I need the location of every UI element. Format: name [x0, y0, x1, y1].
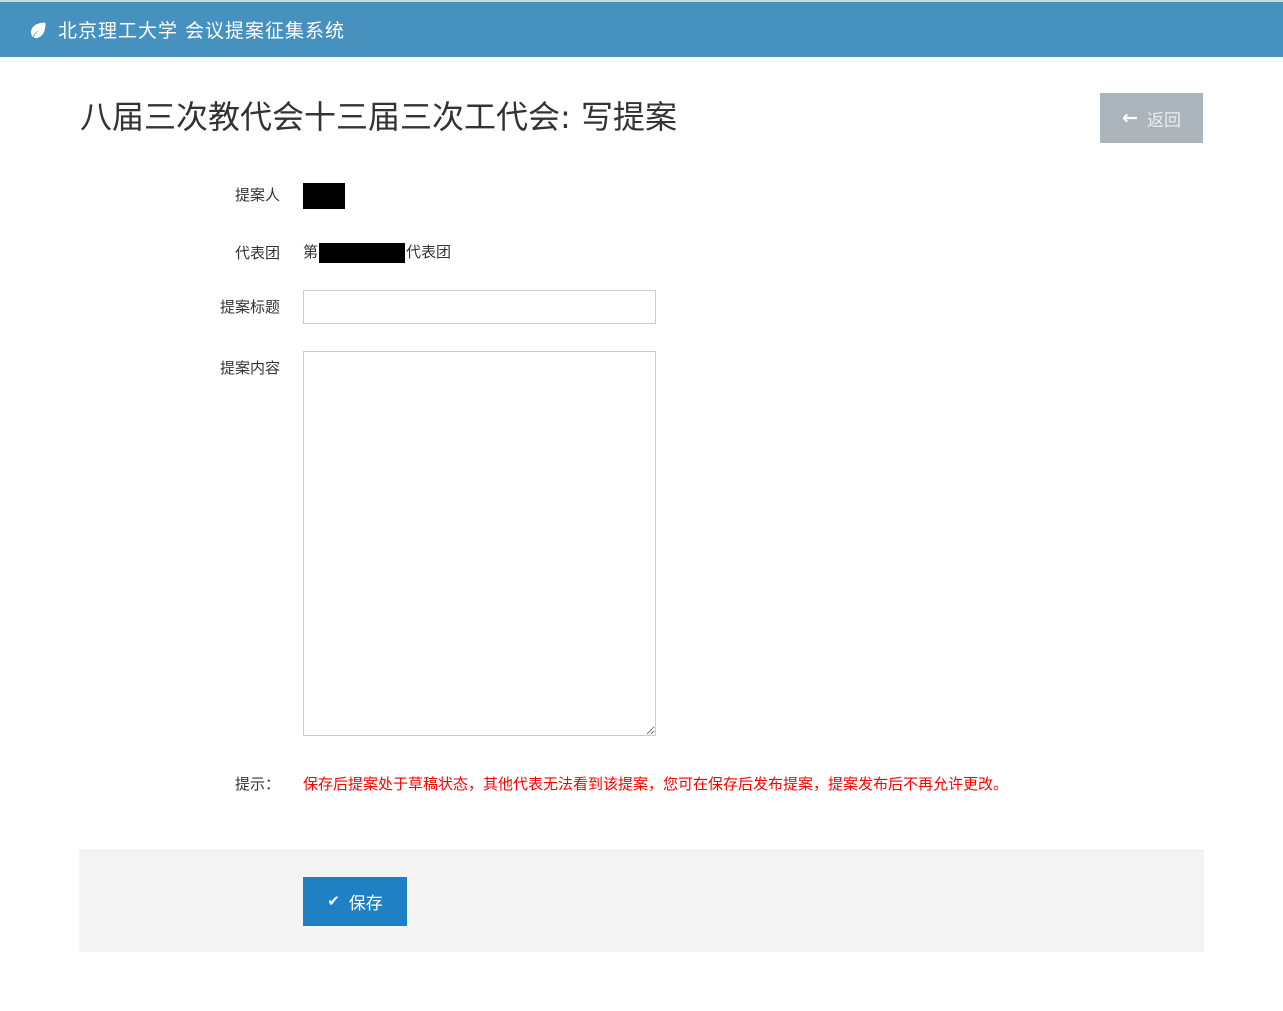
leaf-icon	[27, 19, 49, 41]
delegation-row: 代表团 第 代表团	[80, 236, 1203, 263]
hint-text: 保存后提案处于草稿状态，其他代表无法看到该提案，您可在保存后发布提案，提案发布后…	[303, 767, 1203, 794]
proposal-content-row: 提案内容	[80, 351, 1203, 740]
page-header: 八届三次教代会十三届三次工代会: 写提案 ← 返回	[80, 57, 1203, 143]
proposal-title-input[interactable]	[303, 290, 656, 324]
back-button[interactable]: ← 返回	[1100, 93, 1203, 143]
arrow-left-icon: ←	[1122, 109, 1138, 128]
hint-row: 提示： 保存后提案处于草稿状态，其他代表无法看到该提案，您可在保存后发布提案，提…	[80, 767, 1203, 794]
save-button-label: 保存	[349, 889, 383, 914]
page-title: 八届三次教代会十三届三次工代会: 写提案	[80, 93, 677, 141]
proposal-form: 提案人 代表团 第 代表团 提案标题 提案内容	[80, 178, 1203, 794]
redacted-delegation-name	[319, 243, 405, 263]
proposer-value	[303, 178, 1203, 209]
delegation-prefix: 第	[303, 243, 318, 261]
hint-label: 提示：	[80, 767, 280, 794]
app-title: 北京理工大学 会议提案征集系统	[58, 16, 345, 43]
bottom-whitespace	[0, 952, 1283, 995]
back-button-label: 返回	[1147, 106, 1181, 131]
delegation-suffix: 代表团	[406, 243, 451, 261]
save-button[interactable]: ✔ 保存	[303, 877, 407, 926]
check-icon: ✔	[327, 894, 340, 909]
delegation-value: 第 代表团	[303, 236, 1203, 263]
form-actions-bar: ✔ 保存	[79, 850, 1204, 952]
proposal-content-label: 提案内容	[80, 351, 280, 378]
redacted-proposer-name	[303, 183, 345, 209]
proposal-title-row: 提案标题	[80, 290, 1203, 324]
proposer-row: 提案人	[80, 178, 1203, 209]
proposal-title-label: 提案标题	[80, 290, 280, 317]
proposal-content-textarea[interactable]	[303, 351, 656, 736]
delegation-label: 代表团	[80, 236, 280, 263]
proposer-label: 提案人	[80, 178, 280, 205]
top-navbar: 北京理工大学 会议提案征集系统	[0, 0, 1283, 57]
